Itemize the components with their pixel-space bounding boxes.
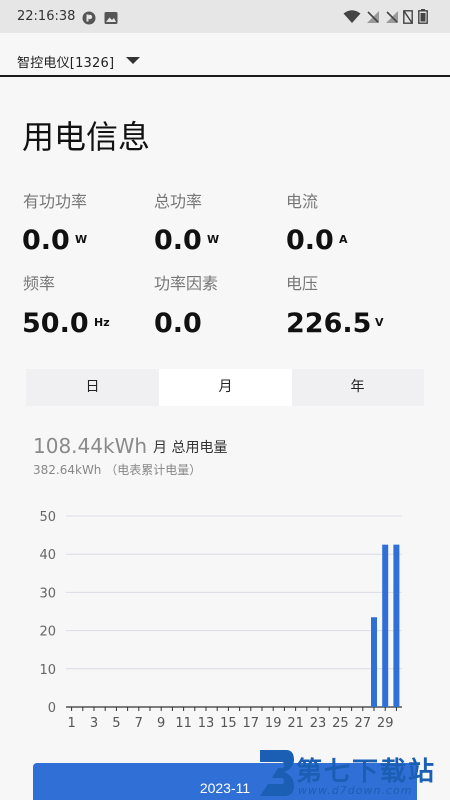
y-tick-label: 50 [39, 510, 56, 525]
metric-unit-frequency: Hz [94, 316, 110, 329]
watermark-url: www.d7down.com [298, 784, 413, 797]
status-time: 22:16:38 [17, 9, 76, 24]
y-tick-label: 30 [39, 586, 56, 601]
metric-unit-current: A [339, 233, 348, 246]
watermark-text: 第七下载站 [296, 757, 437, 787]
no-signal-icon [385, 9, 399, 28]
image-icon [104, 10, 118, 29]
no-sim-icon [403, 9, 413, 28]
divider [0, 75, 450, 77]
x-tick-label: 3 [90, 716, 98, 730]
app-notification-icon [82, 10, 96, 29]
bar-day-29 [382, 544, 389, 707]
metric-value-active-power: 0.0 [22, 225, 70, 256]
y-tick-label: 20 [39, 625, 56, 640]
x-tick-label: 29 [377, 716, 394, 730]
x-tick-label: 17 [243, 716, 260, 730]
period-tabs: 日 月 年 [26, 369, 424, 406]
wifi-icon [343, 9, 361, 28]
bar-day-28 [371, 617, 377, 707]
metric-value-power-factor: 0.0 [154, 308, 202, 339]
tab-year[interactable]: 年 [291, 369, 424, 406]
meter-cumulative-value: 382.64kWh （电表累计电量） [33, 463, 202, 477]
watermark-logo-icon [260, 750, 294, 796]
metric-value-current: 0.0 [286, 225, 334, 256]
no-signal-icon [366, 9, 380, 28]
monthly-total-value: 108.44kWh [33, 434, 148, 458]
metric-label-active-power: 有功功率 [23, 192, 88, 211]
y-tick-label: 40 [39, 548, 56, 563]
metric-label-voltage: 电压 [286, 274, 319, 293]
device-selector[interactable]: 智控电仪[1326] [0, 33, 450, 76]
metric-unit-active-power: W [75, 233, 88, 246]
x-tick-label: 21 [287, 716, 304, 730]
x-tick-label: 13 [198, 716, 215, 730]
x-tick-label: 23 [310, 716, 327, 730]
x-tick-label: 19 [265, 716, 282, 730]
y-tick-label: 0 [48, 701, 56, 716]
x-tick-label: 27 [355, 716, 372, 730]
caret-down-icon[interactable] [126, 57, 140, 64]
y-tick-label: 10 [39, 663, 56, 678]
metric-label-frequency: 频率 [23, 274, 56, 293]
metric-label-power-factor: 功率因素 [154, 274, 219, 293]
battery-icon [418, 9, 428, 28]
tab-month[interactable]: 月 [159, 369, 292, 406]
status-bar: 22:16:38 [0, 0, 450, 33]
x-tick-label: 1 [67, 716, 75, 730]
metric-value-frequency: 50.0 [22, 308, 89, 339]
metric-unit-total-power: W [207, 233, 220, 246]
bar-day-30 [393, 544, 400, 707]
watermark: 第七下载站 www.d7down.com [256, 748, 450, 800]
x-tick-label: 15 [220, 716, 237, 730]
x-tick-label: 5 [112, 716, 120, 730]
metric-value-total-power: 0.0 [154, 225, 202, 256]
metric-value-voltage: 226.5 [286, 308, 372, 339]
x-tick-label: 7 [135, 716, 143, 730]
x-tick-label: 25 [332, 716, 349, 730]
monthly-total-caption: 月 总用电量 [153, 440, 228, 456]
x-tick-label: 9 [157, 716, 165, 730]
metric-unit-voltage: V [375, 316, 384, 329]
metric-label-total-power: 总功率 [154, 192, 203, 211]
x-tick-label: 11 [175, 716, 192, 730]
monthly-usage-chart: 010203040501 3 5 7 9 11 13 15 17 19 21 23 25 27 29 [39, 510, 402, 730]
device-name: 智控电仪[1326] [17, 56, 115, 71]
page-title: 用电信息 [22, 118, 151, 156]
metric-label-current: 电流 [286, 192, 319, 211]
tab-day[interactable]: 日 [26, 369, 159, 406]
